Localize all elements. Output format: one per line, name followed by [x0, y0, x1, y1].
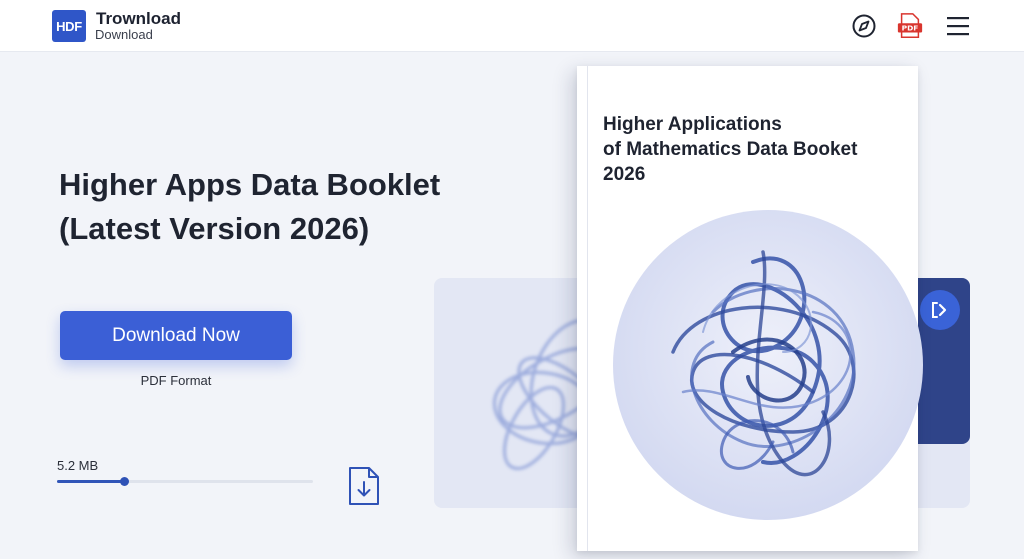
pdf-icon[interactable]: PDF — [896, 12, 924, 40]
booklet-cover[interactable]: Higher Applications of Mathematics Data … — [577, 66, 923, 551]
booklet-title-line-2: of Mathematics Data Booket — [603, 139, 858, 160]
logo[interactable]: HDF — [52, 10, 86, 42]
booklet-spine — [587, 66, 588, 551]
page-title-line-1: Higher Apps Data Booklet — [59, 167, 441, 202]
brand-subtitle: Download — [95, 27, 153, 42]
compass-icon[interactable] — [850, 12, 878, 40]
booklet-cover-art — [613, 210, 923, 520]
download-progress-bar[interactable] — [57, 477, 313, 486]
file-size-label: 5.2 MB — [57, 458, 99, 473]
booklet-title: Higher Applications of Mathematics Data … — [603, 112, 903, 187]
top-header: HDF Trownload Download PDF — [0, 0, 1024, 52]
next-arrow-icon[interactable] — [920, 290, 960, 330]
menu-icon[interactable] — [944, 12, 972, 40]
page-title: Higher Apps Data Booklet (Latest Version… — [59, 163, 499, 251]
booklet-title-line-3: 2026 — [603, 164, 646, 185]
progress-handle[interactable] — [119, 477, 129, 486]
download-now-button[interactable]: Download Now — [60, 311, 292, 360]
progress-fill — [57, 480, 124, 483]
booklet-title-line-1: Higher Applications — [603, 114, 782, 135]
pdf-icon-label: PDF — [902, 24, 919, 33]
file-format-label: PDF Format — [140, 373, 212, 388]
file-download-icon[interactable] — [346, 466, 382, 506]
page-title-line-2: (Latest Version 2026) — [59, 211, 370, 246]
brand-title[interactable]: Trownload — [96, 9, 181, 29]
